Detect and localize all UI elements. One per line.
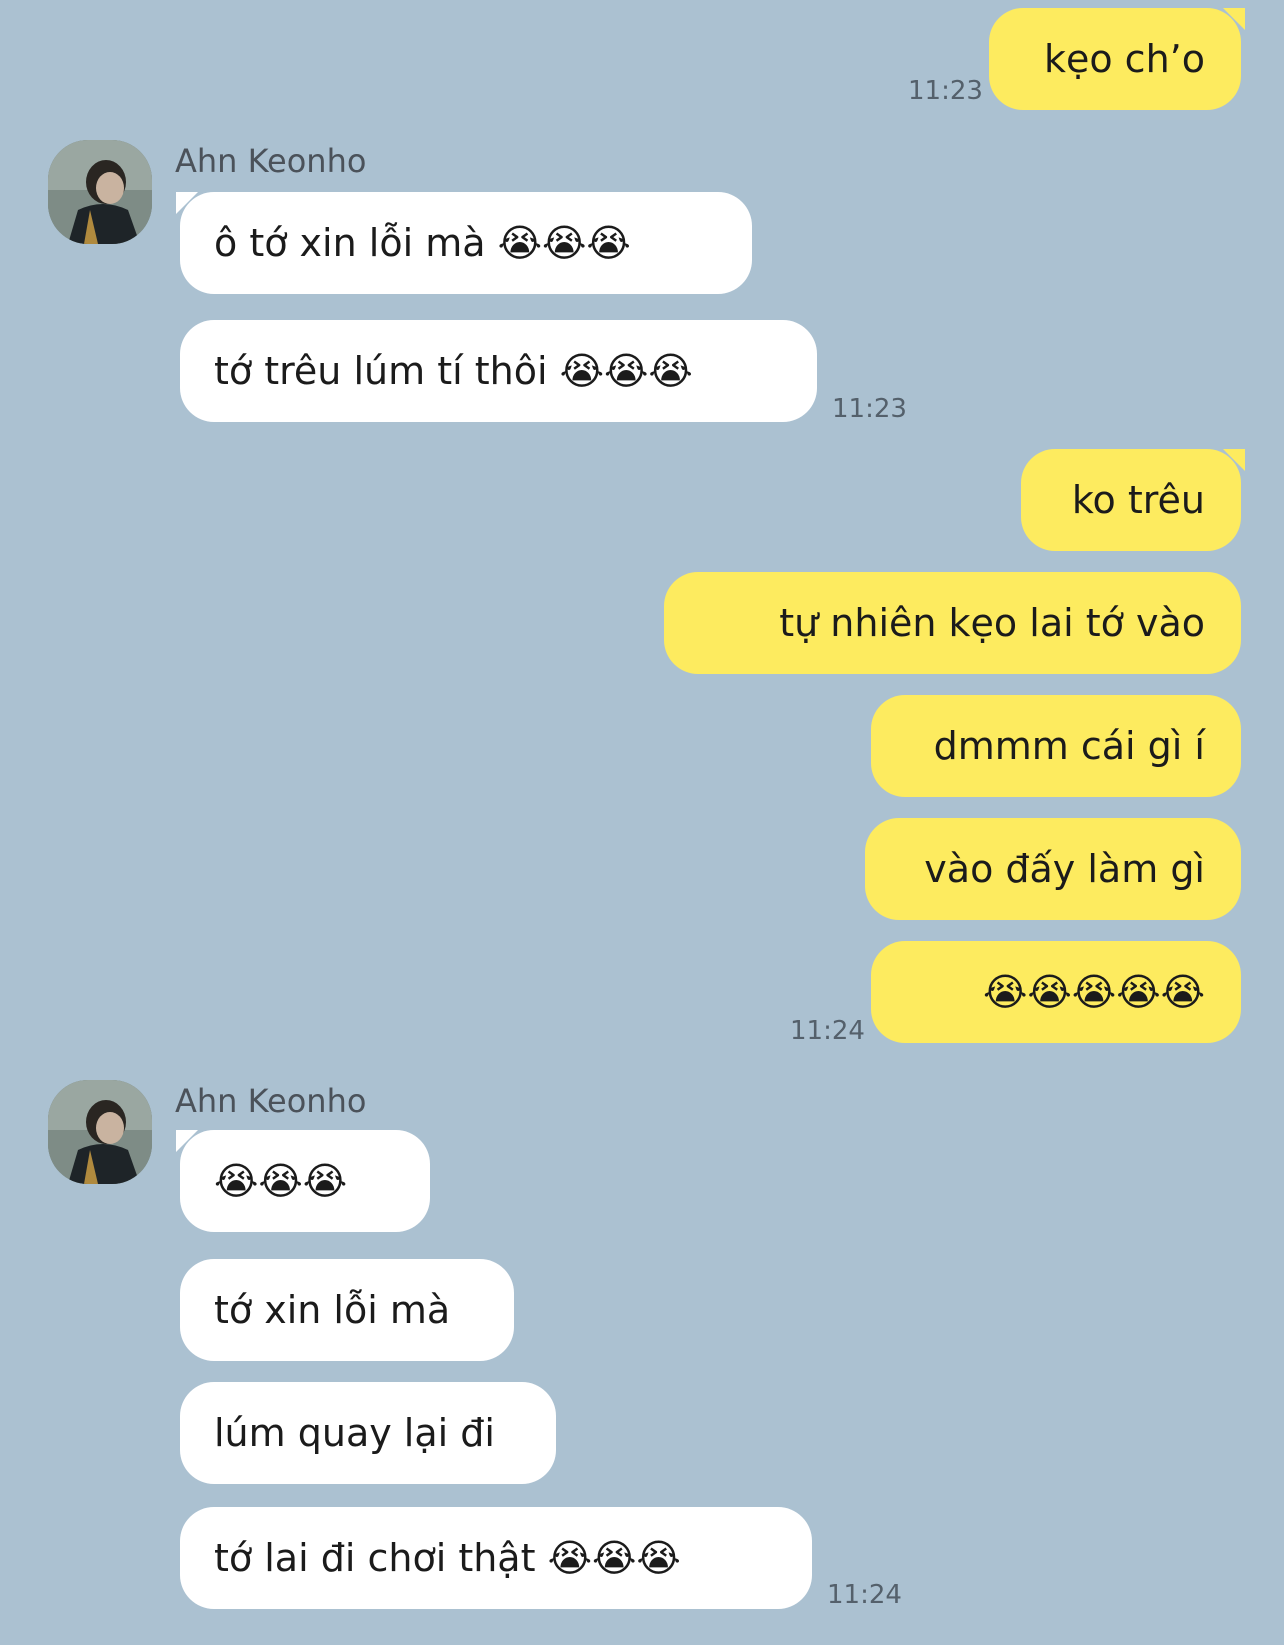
chat-view[interactable]: 11:23 kẹo ch’o Ahn Keonho ô tớ xin lỗi m… <box>0 0 1284 1645</box>
avatar[interactable] <box>48 1080 152 1184</box>
incoming-message[interactable]: tớ xin lỗi mà <box>180 1259 514 1361</box>
message-time: 11:23 <box>832 394 907 424</box>
sender-name: Ahn Keonho <box>175 1082 367 1120</box>
message-time: 11:24 <box>790 1016 865 1046</box>
incoming-message[interactable]: ô tớ xin lỗi mà 😭😭😭 <box>176 192 752 294</box>
message-time: 11:24 <box>827 1580 902 1610</box>
sender-name: Ahn Keonho <box>175 142 367 180</box>
outgoing-message[interactable]: 😭😭😭😭😭 <box>871 941 1241 1043</box>
message-time: 11:23 <box>908 76 983 106</box>
outgoing-message[interactable]: ko trêu <box>1021 449 1245 551</box>
incoming-message[interactable]: tớ lai đi chơi thật 😭😭😭 <box>180 1507 812 1609</box>
incoming-message[interactable]: lúm quay lại đi <box>180 1382 556 1484</box>
incoming-message[interactable]: 😭😭😭 <box>176 1130 430 1232</box>
outgoing-message[interactable]: dmmm cái gì í <box>871 695 1241 797</box>
outgoing-message[interactable]: kẹo ch’o <box>989 8 1245 110</box>
incoming-message[interactable]: tớ trêu lúm tí thôi 😭😭😭 <box>180 320 817 422</box>
outgoing-message[interactable]: vào đấy làm gì <box>865 818 1241 920</box>
avatar-photo-icon <box>48 140 152 244</box>
avatar-photo-icon <box>48 1080 152 1184</box>
avatar[interactable] <box>48 140 152 244</box>
outgoing-message[interactable]: tự nhiên kẹo lai tớ vào <box>664 572 1241 674</box>
